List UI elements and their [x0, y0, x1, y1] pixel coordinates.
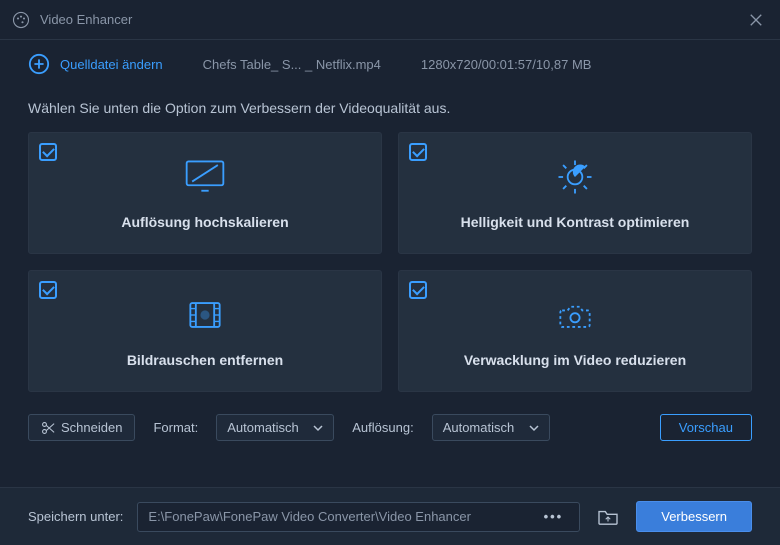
checkbox-icon[interactable] [39, 281, 57, 299]
change-source-button[interactable]: Quelldatei ändern [28, 53, 163, 75]
resolution-value: Automatisch [443, 420, 515, 435]
controls-row: Schneiden Format: Automatisch Auflösung:… [0, 392, 780, 441]
checkbox-icon[interactable] [409, 143, 427, 161]
open-folder-button[interactable] [594, 503, 622, 531]
resolution-label: Auflösung: [352, 420, 413, 435]
window-title: Video Enhancer [40, 12, 744, 27]
titlebar: Video Enhancer [0, 0, 780, 40]
chevron-down-icon [529, 423, 539, 433]
option-label: Bildrauschen entfernen [127, 352, 283, 368]
film-icon [183, 294, 227, 336]
preview-label: Vorschau [679, 420, 733, 435]
option-upscale[interactable]: Auflösung hochskalieren [28, 132, 382, 254]
camera-icon [553, 294, 597, 336]
file-name: Chefs Table_ S... _ Netflix.mp4 [203, 57, 381, 72]
instruction-text: Wählen Sie unten die Option zum Verbesse… [0, 88, 780, 132]
format-dropdown[interactable]: Automatisch [216, 414, 334, 441]
format-label: Format: [153, 420, 198, 435]
option-brightness[interactable]: Helligkeit und Kontrast optimieren [398, 132, 752, 254]
folder-icon [597, 508, 619, 526]
option-stabilize[interactable]: Verwacklung im Video reduzieren [398, 270, 752, 392]
save-path-text: E:\FonePaw\FonePaw Video Converter\Video… [148, 509, 537, 524]
scissors-icon [41, 421, 55, 435]
resolution-dropdown[interactable]: Automatisch [432, 414, 550, 441]
chevron-down-icon [313, 423, 323, 433]
file-info: 1280x720/00:01:57/10,87 MB [421, 57, 592, 72]
sun-icon [553, 156, 597, 198]
checkbox-icon[interactable] [409, 281, 427, 299]
toolbar: Quelldatei ändern Chefs Table_ S... _ Ne… [0, 40, 780, 88]
option-label: Helligkeit und Kontrast optimieren [461, 214, 690, 230]
checkbox-icon[interactable] [39, 143, 57, 161]
more-button[interactable]: ••• [538, 509, 570, 524]
close-button[interactable] [744, 8, 768, 32]
palette-icon [12, 11, 30, 29]
cut-label: Schneiden [61, 420, 122, 435]
save-label: Speichern unter: [28, 509, 123, 524]
change-source-label: Quelldatei ändern [60, 57, 163, 72]
option-denoise[interactable]: Bildrauschen entfernen [28, 270, 382, 392]
save-path-field[interactable]: E:\FonePaw\FonePaw Video Converter\Video… [137, 502, 580, 532]
bottom-bar: Speichern unter: E:\FonePaw\FonePaw Vide… [0, 487, 780, 545]
option-label: Verwacklung im Video reduzieren [464, 352, 686, 368]
option-label: Auflösung hochskalieren [121, 214, 288, 230]
options-grid: Auflösung hochskalieren Helligkeit und K… [0, 132, 780, 392]
preview-button[interactable]: Vorschau [660, 414, 752, 441]
cut-button[interactable]: Schneiden [28, 414, 135, 441]
monitor-icon [183, 156, 227, 198]
enhance-button[interactable]: Verbessern [636, 501, 752, 532]
format-value: Automatisch [227, 420, 299, 435]
enhance-label: Verbessern [661, 509, 727, 524]
